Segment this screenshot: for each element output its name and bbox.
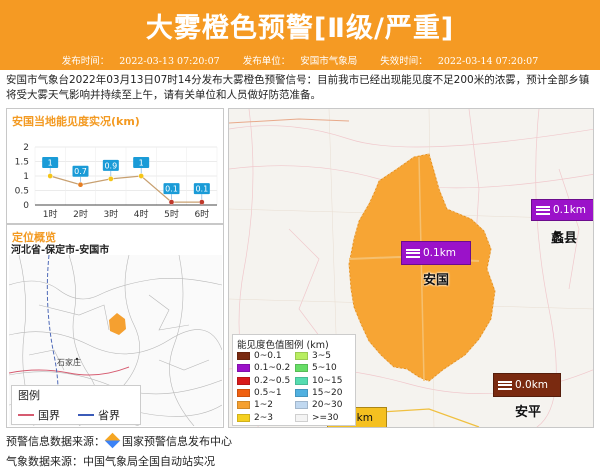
place-lixian: 蠡县: [551, 231, 578, 246]
legend-label: 15~20: [312, 387, 343, 398]
x-tick-label: 3时: [103, 208, 118, 220]
y-tick-label: 0.5: [15, 187, 29, 197]
legend-label: 20~30: [312, 400, 343, 411]
legend-county-boundary: 国界: [18, 407, 60, 423]
legend-color-swatch: [237, 413, 250, 422]
data-label: 0.1: [165, 185, 178, 194]
visibility-legend-item: 0~0.1: [237, 351, 282, 361]
x-tick-label: 4时: [134, 208, 149, 220]
visibility-legend: 能见度色值图例 (km) 0~0.1 0.1~0.2 0.2~0.5 0.5~1 1~2…: [232, 334, 356, 426]
weather-data-source: 气象数据来源：中国气象局全国自动站实况: [6, 455, 215, 468]
legend-color-swatch: [295, 364, 308, 373]
legend-color-swatch: [237, 376, 250, 385]
visibility-chart: 0 0.5 1 1.5 2 1 1时 0.7 2时 0.9 3时 1 4时 0.1 5时 0.1 6时: [15, 143, 218, 220]
y-tick-label: 2: [23, 143, 29, 153]
visibility-legend-item: 5~10: [295, 363, 337, 373]
legend-color-swatch: [295, 376, 308, 385]
fog-icon: [406, 247, 420, 259]
visibility-legend-item: 3~5: [295, 351, 331, 361]
x-tick-label: 2时: [73, 208, 88, 220]
legend-color-swatch: [237, 388, 250, 397]
overview-city-label: 石家庄: [57, 357, 81, 367]
legend-color-swatch: [295, 413, 308, 422]
visibility-legend-item: 2~3: [237, 413, 273, 423]
legend-label: 5~10: [312, 363, 337, 374]
station-label-lixian[interactable]: 0.1km: [531, 199, 593, 221]
location-overview-panel: 定位概览 河北省-保定市-安国市 石家庄 图例 国界 省界: [6, 224, 224, 428]
legend-label: 3~5: [312, 351, 331, 361]
place-anguo: 安国: [423, 273, 450, 288]
warning-source: 预警信息数据来源： 国家预警信息发布中心: [6, 432, 232, 449]
province-line-icon: [78, 414, 94, 416]
expire-time: 失效时间： 2022-03-14 07:20:07: [380, 56, 539, 67]
data-point: [168, 199, 175, 205]
y-tick-label: 0: [23, 201, 29, 211]
visibility-legend-title: 能见度色值图例 (km): [237, 340, 329, 351]
x-tick-label: 1时: [43, 208, 58, 220]
visibility-legend-item: 0.5~1: [237, 388, 282, 398]
legend-label: >=30: [312, 412, 339, 423]
legend-label: 0.5~1: [254, 387, 282, 398]
visibility-legend-item: 20~30: [295, 400, 342, 410]
legend-color-swatch: [295, 352, 308, 360]
visibility-map-panel: 0.1km 安国 0.1km 蠡县 0.0km 安平 9km 能见度色值图例 (…: [228, 108, 594, 428]
visibility-legend-item: 0.1~0.2: [237, 363, 290, 373]
warning-meta: 发布时间： 2022-03-13 07:20:07 发布单位： 安国市气象局 失效时…: [0, 53, 600, 67]
county-line-icon: [18, 414, 34, 416]
legend-label: 10~15: [312, 375, 343, 386]
data-point: [47, 173, 54, 179]
data-label: 0.1: [195, 185, 208, 194]
x-tick-label: 6时: [194, 208, 209, 220]
legend-color-swatch: [237, 364, 250, 373]
overview-legend: 图例 国界 省界: [11, 385, 141, 425]
publish-time: 发布时间： 2022-03-13 07:20:07: [61, 56, 220, 67]
legend-color-swatch: [295, 388, 308, 397]
visibility-chart-panel: 安国当地能见度实况(km) 0 0.5 1 1.5 2 1 1时 0.7 2时 0.9 3时 1 4时 0…: [6, 108, 224, 224]
fog-icon: [536, 204, 550, 216]
visibility-legend-item: 15~20: [295, 388, 342, 398]
data-point: [198, 199, 205, 205]
station-label-anping[interactable]: 0.0km: [493, 373, 561, 397]
legend-color-swatch: [237, 352, 250, 360]
legend-label: 0.2~0.5: [254, 375, 291, 386]
station-label-anguo[interactable]: 0.1km: [401, 241, 471, 265]
warning-header: 大雾橙色预警[Ⅱ级/严重] 发布时间： 2022-03-13 07:20:07 发…: [0, 0, 600, 70]
visibility-legend-item: 0.2~0.5: [237, 376, 290, 386]
data-label: 1: [48, 159, 53, 168]
legend-label: 2~3: [254, 412, 273, 423]
overview-legend-title: 图例: [18, 389, 40, 402]
region-path: 河北省-保定市-安国市: [11, 245, 110, 256]
visibility-legend-item: 1~2: [237, 400, 273, 410]
place-anping: 安平: [515, 405, 542, 420]
x-tick-label: 5时: [164, 208, 179, 220]
warning-description: 安国市气象台2022年03月13日07时14分发布大雾橙色预警信号：目前我市已经…: [6, 74, 590, 101]
warning-title: 大雾橙色预警[Ⅱ级/严重]: [145, 13, 455, 44]
y-tick-label: 1.5: [15, 158, 29, 168]
legend-label: 0~0.1: [254, 351, 282, 361]
legend-color-swatch: [237, 401, 250, 410]
visibility-legend-item: >=30: [295, 413, 339, 423]
data-label: 1: [139, 159, 144, 168]
legend-label: 1~2: [254, 400, 273, 411]
legend-color-swatch: [295, 401, 308, 410]
data-point: [107, 176, 114, 182]
data-point: [77, 181, 84, 188]
legend-province-boundary: 省界: [78, 407, 120, 423]
y-tick-label: 1: [23, 172, 29, 182]
visibility-legend-item: 10~15: [295, 376, 342, 386]
fog-icon: [498, 379, 512, 391]
data-point: [138, 173, 145, 179]
warning-center-logo-icon: [104, 432, 121, 449]
legend-label: 0.1~0.2: [254, 363, 291, 374]
data-label: 0.7: [74, 167, 87, 176]
publish-unit: 发布单位： 安国市气象局: [242, 56, 358, 67]
data-label: 0.9: [104, 161, 117, 170]
